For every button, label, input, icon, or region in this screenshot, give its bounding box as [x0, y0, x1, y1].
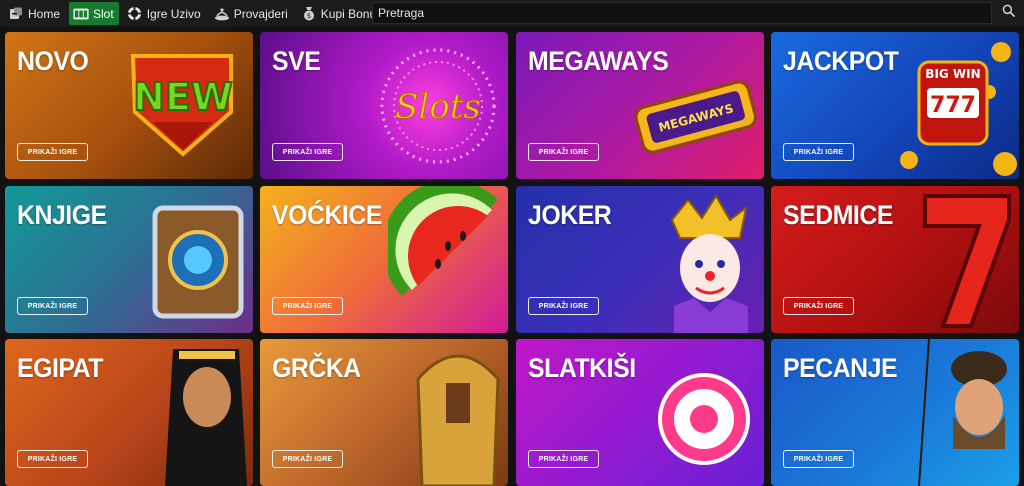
nav-item-label: Slot [93, 6, 114, 21]
category-tile-egipat[interactable]: EGIPAT PRIKAŽI IGRE [5, 339, 253, 486]
category-tile-sve[interactable]: Slots SVE PRIKAŽI IGRE [260, 32, 508, 179]
nav-item-igre-uzivo[interactable]: Igre Uzivo [123, 2, 206, 25]
category-title: JOKER [528, 200, 612, 230]
show-games-button[interactable]: PRIKAŽI IGRE [272, 297, 343, 315]
bonus-bag-icon: $ [301, 6, 317, 22]
category-tile-joker[interactable]: JOKER PRIKAŽI IGRE [516, 186, 764, 333]
show-games-button[interactable]: PRIKAŽI IGRE [272, 143, 343, 161]
big-win-slot-art: BIG WIN 777 [900, 42, 1017, 176]
slot-machine-icon [73, 6, 89, 22]
nav-item-slot[interactable]: Slot [69, 2, 119, 25]
show-games-button[interactable]: PRIKAŽI IGRE [528, 297, 599, 315]
search-input[interactable] [372, 2, 992, 24]
show-games-button[interactable]: PRIKAŽI IGRE [17, 450, 88, 468]
category-tile-slatkisi[interactable]: SLATKIŠI PRIKAŽI IGRE [516, 339, 764, 486]
show-games-button[interactable]: PRIKAŽI IGRE [528, 143, 599, 161]
category-tile-vockice[interactable]: VOĆKICE PRIKAŽI IGRE [260, 186, 508, 333]
category-title: SLATKIŠI [528, 353, 636, 383]
search-icon [1002, 4, 1015, 22]
svg-text:Slots: Slots [395, 87, 481, 127]
nav-item-label: Igre Uzivo [146, 6, 201, 21]
category-tile-grcka[interactable]: GRČKA PRIKAŽI IGRE [260, 339, 508, 486]
show-games-button[interactable]: PRIKAŽI IGRE [783, 450, 854, 468]
slots-art: Slots [380, 48, 496, 164]
category-title: NOVO [17, 46, 89, 76]
category-tile-pecanje[interactable]: PECANJE PRIKAŽI IGRE [771, 339, 1019, 486]
lucky-seven-art [923, 194, 1011, 328]
nav-item-home[interactable]: Home [4, 2, 65, 25]
category-title: SVE [272, 46, 321, 76]
category-title: EGIPAT [17, 353, 104, 383]
category-title: PECANJE [783, 353, 898, 383]
show-games-button[interactable]: PRIKAŽI IGRE [17, 143, 88, 161]
show-games-button[interactable]: PRIKAŽI IGRE [528, 450, 599, 468]
new-badge-art: NEW [130, 54, 234, 157]
svg-text:777: 777 [930, 93, 976, 118]
category-grid: NEW NOVO PRIKAŽI IGRE Slots SVE PRIKAŽI … [5, 32, 1019, 486]
greek-warrior-art [416, 354, 500, 486]
cleopatra-art [165, 349, 247, 486]
home-icon [8, 6, 24, 22]
nav-item-label: Home [28, 6, 61, 21]
category-title: VOĆKICE [272, 200, 382, 230]
category-tile-megaways[interactable]: MEGAWAYS MEGAWAYS PRIKAŽI IGRE [516, 32, 764, 179]
category-title: MEGAWAYS [528, 46, 669, 76]
nav-item-label: Provajderi [233, 6, 288, 21]
show-games-button[interactable]: PRIKAŽI IGRE [783, 297, 854, 315]
provider-icon [214, 6, 230, 22]
nav-item-provajderi[interactable]: Provajderi [210, 2, 293, 25]
search-button[interactable] [995, 3, 1021, 23]
svg-text:BIG WIN: BIG WIN [925, 67, 980, 81]
svg-text:NEW: NEW [133, 75, 233, 119]
top-navigation-bar: Home Slot Igre Uzivo Provajderi $ Kupi B… [0, 0, 1024, 27]
show-games-button[interactable]: PRIKAŽI IGRE [272, 450, 343, 468]
category-title: GRČKA [272, 353, 361, 383]
category-tile-knjige[interactable]: KNJIGE PRIKAŽI IGRE [5, 186, 253, 333]
joker-art [670, 194, 748, 333]
watermelon-art [388, 186, 498, 296]
svg-text:$: $ [307, 12, 311, 20]
show-games-button[interactable]: PRIKAŽI IGRE [783, 143, 854, 161]
show-games-button[interactable]: PRIKAŽI IGRE [17, 297, 88, 315]
fisherman-art [918, 339, 1007, 486]
lollipop-art [658, 373, 750, 465]
category-tile-sedmice[interactable]: SEDMICE PRIKAŽI IGRE [771, 186, 1019, 333]
category-tile-novo[interactable]: NEW NOVO PRIKAŽI IGRE [5, 32, 253, 179]
category-title: JACKPOT [783, 46, 899, 76]
live-chip-icon [127, 6, 143, 22]
magic-book-art [152, 205, 244, 319]
category-tile-jackpot[interactable]: BIG WIN 777 JACKPOT PRIKAŽI IGRE [771, 32, 1019, 179]
category-title: SEDMICE [783, 200, 893, 230]
category-title: KNJIGE [17, 200, 107, 230]
